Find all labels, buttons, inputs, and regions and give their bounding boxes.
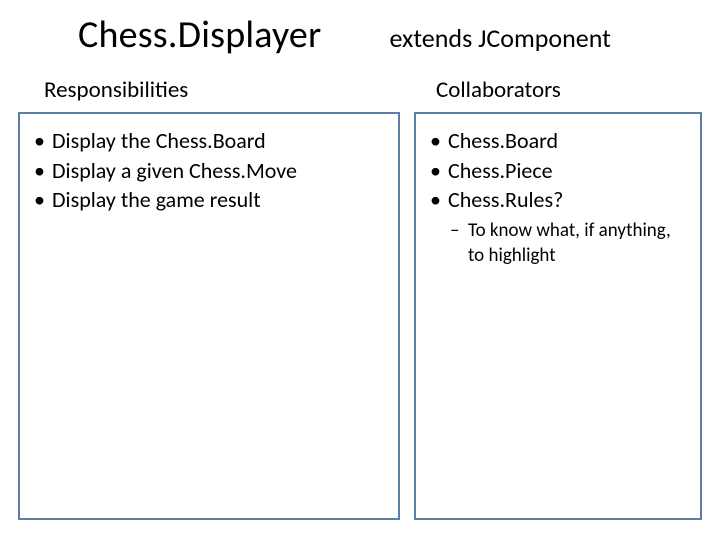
list-item: Display the game result (32, 185, 386, 215)
extends-label: extends JComponent (390, 22, 611, 54)
header-row: Chess.Displayer extends JComponent (18, 12, 702, 58)
collaborators-box: Chess.Board Chess.Piece Chess.Rules? To … (414, 112, 702, 520)
list-item: Chess.Rules? (428, 185, 688, 215)
columns: Display the Chess.Board Display a given … (18, 112, 702, 520)
collaborators-subnote-list: To know what, if anything, to highlight (428, 219, 688, 268)
list-item: Display the Chess.Board (32, 126, 386, 156)
collaborators-list: Chess.Board Chess.Piece Chess.Rules? (428, 126, 688, 215)
class-name-title: Chess.Displayer (78, 12, 322, 58)
subnote-item: To know what, if anything, to highlight (428, 219, 688, 268)
crc-card-slide: Chess.Displayer extends JComponent Respo… (0, 0, 720, 540)
responsibilities-heading: Responsibilities (18, 76, 406, 104)
responsibilities-list: Display the Chess.Board Display a given … (32, 126, 386, 215)
responsibilities-box: Display the Chess.Board Display a given … (18, 112, 400, 520)
list-item: Display a given Chess.Move (32, 156, 386, 186)
collaborators-heading: Collaborators (406, 76, 702, 104)
list-item: Chess.Piece (428, 156, 688, 186)
subheader-row: Responsibilities Collaborators (18, 76, 702, 104)
list-item: Chess.Board (428, 126, 688, 156)
